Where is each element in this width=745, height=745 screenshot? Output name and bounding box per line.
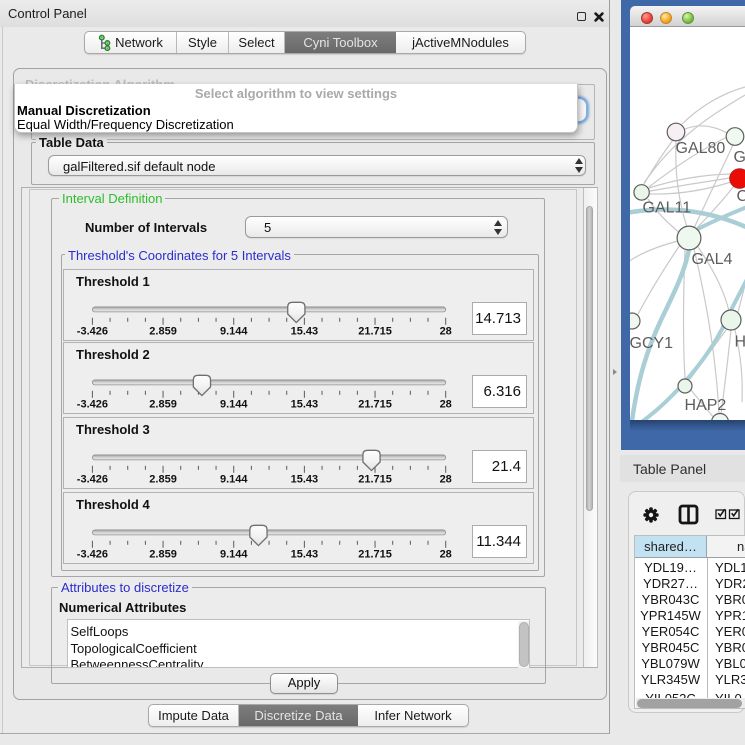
svg-text:21.715: 21.715	[358, 474, 392, 486]
svg-text:GAL80: GAL80	[676, 140, 726, 157]
svg-text:21.715: 21.715	[358, 326, 392, 338]
svg-text:28: 28	[440, 549, 452, 561]
svg-text:28: 28	[440, 326, 452, 338]
svg-text:21.715: 21.715	[358, 399, 392, 411]
svg-text:GCY1: GCY1	[630, 335, 673, 352]
svg-text:-3.426: -3.426	[77, 549, 108, 561]
svg-text:HAP2: HAP2	[685, 397, 727, 414]
svg-text:15.43: 15.43	[291, 326, 319, 338]
svg-text:2.859: 2.859	[149, 326, 177, 338]
svg-text:9.144: 9.144	[220, 474, 248, 486]
svg-text:G.: G.	[734, 149, 745, 166]
svg-text:15.43: 15.43	[291, 549, 319, 561]
svg-text:15.43: 15.43	[291, 474, 319, 486]
svg-text:-3.426: -3.426	[77, 399, 108, 411]
svg-text:2.859: 2.859	[149, 399, 177, 411]
svg-text:28: 28	[440, 474, 452, 486]
svg-text:2.859: 2.859	[149, 474, 177, 486]
svg-text:GAL4: GAL4	[692, 251, 733, 268]
svg-text:H: H	[735, 334, 745, 351]
svg-text:GAL11: GAL11	[643, 200, 692, 217]
svg-text:2.859: 2.859	[149, 549, 177, 561]
svg-text:-3.426: -3.426	[77, 474, 108, 486]
svg-text:28: 28	[440, 399, 452, 411]
svg-text:21.715: 21.715	[358, 549, 392, 561]
svg-text:-3.426: -3.426	[77, 326, 108, 338]
svg-text:9.144: 9.144	[220, 399, 248, 411]
svg-text:9.144: 9.144	[220, 326, 248, 338]
svg-text:15.43: 15.43	[291, 399, 319, 411]
svg-text:C: C	[737, 188, 745, 205]
svg-text:9.144: 9.144	[220, 549, 248, 561]
